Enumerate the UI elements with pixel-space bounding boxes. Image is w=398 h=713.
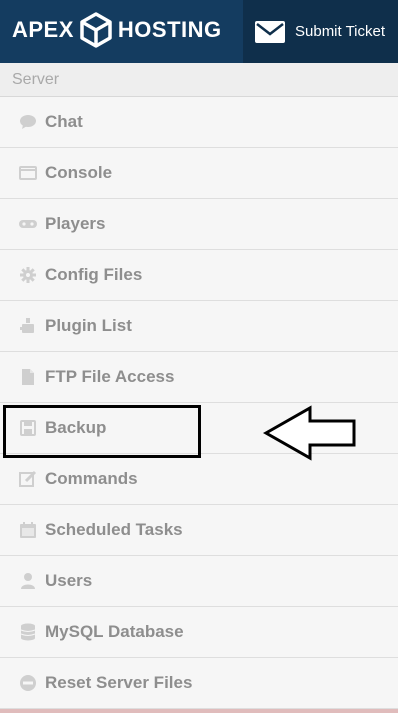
file-icon (18, 367, 38, 387)
calendar-icon (18, 520, 38, 540)
user-icon (18, 571, 38, 591)
menu-item-plugin-list[interactable]: Plugin List (0, 301, 398, 352)
players-icon (18, 214, 38, 234)
menu-item-users[interactable]: Users (0, 556, 398, 607)
menu-item-config-files[interactable]: Config Files (0, 250, 398, 301)
section-header-server: Server (0, 63, 398, 97)
menu-item-reset-server-files[interactable]: Reset Server Files (0, 658, 398, 709)
menu-item-ftp-file-access[interactable]: FTP File Access (0, 352, 398, 403)
section-title: Server (12, 71, 60, 88)
envelope-icon (255, 20, 285, 43)
menu-item-backup[interactable]: Backup (0, 403, 398, 454)
menu-item-label: Console (45, 163, 113, 182)
menu-item-label: Reset Server Files (45, 673, 193, 692)
menu-item-label: Plugin List (45, 316, 132, 335)
submit-ticket-label: Submit Ticket (295, 23, 386, 40)
gear-icon (18, 265, 38, 285)
menu-item-commands[interactable]: Commands (0, 454, 398, 505)
menu-item-label: Chat (45, 112, 83, 131)
apex-hosting-logo[interactable]: APEX HOSTING (12, 10, 222, 50)
menu-item-label: Backup (45, 418, 107, 437)
plugin-icon (18, 316, 38, 336)
cube-logo-icon (79, 12, 113, 48)
menu-item-mysql-database[interactable]: MySQL Database (0, 607, 398, 658)
bottom-accent-bar (0, 709, 398, 713)
submit-ticket-button[interactable]: Submit Ticket (243, 0, 398, 63)
chat-icon (18, 112, 38, 132)
menu-item-players[interactable]: Players (0, 199, 398, 250)
save-icon (18, 418, 38, 438)
menu-item-label: Scheduled Tasks (45, 520, 183, 539)
edit-icon (18, 469, 38, 489)
menu-item-label: Players (45, 214, 106, 233)
menu-item-console[interactable]: Console (0, 148, 398, 199)
top-bar: APEX HOSTING Submit Ticket (0, 0, 398, 63)
menu-item-label: MySQL Database (45, 622, 184, 641)
menu-item-label: Commands (45, 469, 138, 488)
menu-item-label: FTP File Access (45, 367, 175, 386)
menu-item-label: Users (45, 571, 93, 590)
menu-item-chat[interactable]: Chat (0, 97, 398, 148)
logo-text-hosting: HOSTING (117, 17, 222, 42)
menu-item-label: Config Files (45, 265, 143, 284)
logo-text-apex: APEX (12, 17, 74, 42)
menu-item-scheduled-tasks[interactable]: Scheduled Tasks (0, 505, 398, 556)
reset-icon (18, 673, 38, 693)
database-icon (18, 622, 38, 642)
server-menu: Chat Console Players Config Files Plugin… (0, 97, 398, 709)
console-icon (18, 163, 38, 183)
